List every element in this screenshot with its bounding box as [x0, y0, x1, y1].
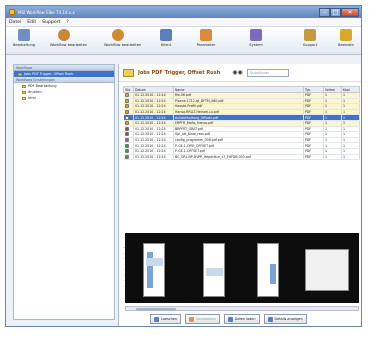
status-icon [124, 154, 129, 159]
status-icon [124, 93, 129, 98]
folder-icon [22, 96, 26, 100]
menu-datei[interactable]: Datei [9, 20, 21, 25]
toolbar-button-parameter[interactable]: Parameter [192, 29, 220, 53]
folder-icon [22, 84, 26, 88]
client-icon [160, 29, 172, 41]
search-input[interactable]: Quickfinder [246, 68, 289, 77]
status-icon [124, 115, 129, 120]
toolbar: Bearbeitung Workflow bearbeiten Workflow… [6, 27, 361, 55]
close-button[interactable]: ✕ [341, 7, 359, 17]
tools-icon [58, 29, 70, 41]
action-bar: Loeschen Verarbeiten Daten laden Details… [150, 314, 307, 324]
gear-icon [18, 29, 30, 41]
panel-header: Jobs PDF Trigger, Offset Rush ◉◉ Quickfi… [119, 64, 361, 82]
status-icon [124, 104, 129, 109]
folder-icon [123, 68, 134, 77]
preview-thumbnail[interactable] [257, 243, 279, 297]
button-label: Daten laden [234, 317, 256, 321]
scrollbar-thumb[interactable] [136, 307, 176, 311]
type-cell: PDF [303, 154, 324, 161]
toolbar-label: Workflow bearbeiten [104, 43, 142, 47]
name-cell: BC_GRL.NP-DVPR_Reparatur_s7_FHFDB.003.pd… [173, 154, 304, 161]
toolbar-label: Beenden [338, 43, 354, 47]
window-title: MSI Workflow Elbe 74.14.x.x [18, 9, 75, 15]
status-icon [124, 143, 129, 148]
system-icon [250, 29, 262, 41]
minimize-button[interactable]: – [319, 7, 330, 17]
parameter-icon [200, 29, 212, 41]
details-icon [267, 316, 273, 322]
process-icon [189, 316, 195, 322]
status-icon [124, 98, 129, 103]
status-cell [123, 154, 134, 161]
delete-button[interactable]: Loeschen [150, 314, 182, 324]
toolbar-button-klient[interactable]: Klient [152, 29, 180, 53]
load-data-button[interactable]: Daten laden [223, 314, 260, 324]
title-bar: MSI Workflow Elbe 74.14.x.x – □ ✕ [6, 6, 361, 18]
folder-icon [18, 72, 22, 76]
sidebar-item-html[interactable]: html [14, 95, 114, 101]
folder-icon [22, 90, 26, 94]
status-icon [124, 138, 129, 142]
page-title: Jobs PDF Trigger, Offset Rush [138, 69, 221, 76]
horizontal-scrollbar[interactable] [125, 306, 359, 311]
exit-icon [340, 29, 352, 41]
show-details-button[interactable]: Details anzeigen [263, 314, 307, 324]
process-button[interactable]: Verarbeiten [185, 314, 220, 324]
status-icon [124, 132, 129, 137]
menu-edit[interactable]: Edit [27, 20, 36, 25]
menu-support[interactable]: Support [42, 20, 60, 25]
workflow-icon [112, 29, 124, 41]
maximize-button[interactable]: □ [330, 7, 341, 17]
preview-thumbnail[interactable] [203, 243, 225, 297]
toolbar-label: Parameter [196, 43, 216, 47]
toolbar-button-bearbeitung[interactable]: Bearbeitung [10, 29, 38, 53]
window-controls: – □ ✕ [319, 7, 359, 17]
date-cell: 01.12.2010 - 12:24 [133, 154, 174, 161]
app-icon [9, 9, 15, 15]
toolbar-button-workflow-edit[interactable]: Workflow bearbeiten [50, 29, 88, 53]
binoculars-icon[interactable]: ◉◉ [232, 69, 242, 76]
preview-thumbnail[interactable] [143, 243, 165, 297]
delete-icon [154, 316, 159, 322]
button-label: Verarbeiten [196, 317, 216, 321]
button-label: Details anzeigen [274, 317, 303, 321]
table-row[interactable]: 01.12.2010 - 12:24 BC_GRL.NP-DVPR_Reparat… [123, 154, 360, 161]
toolbar-button-workflow-manage[interactable]: Workflow bearbeiten [104, 29, 142, 53]
pages-cell: 1 [323, 154, 342, 161]
toolbar-label: System [249, 43, 263, 47]
toolbar-label: Support [302, 43, 318, 47]
status-icon [124, 126, 129, 131]
sidebar-item-label: html [28, 96, 36, 100]
copies-cell: 1 [341, 154, 360, 161]
button-label: Loeschen [161, 317, 178, 321]
page-preview[interactable] [125, 233, 359, 303]
toolbar-label: Bearbeitung [12, 43, 36, 47]
status-icon [124, 121, 129, 126]
menu-help[interactable]: ? [66, 20, 68, 25]
toolbar-button-system[interactable]: System [242, 29, 270, 53]
load-icon [227, 316, 233, 322]
job-table: Sta Datum Name Typ Seiten Kopi 01.12.201… [123, 86, 360, 161]
status-icon [124, 149, 129, 154]
toolbar-button-beenden[interactable]: Beenden [332, 29, 360, 53]
status-icon [124, 110, 129, 114]
preview-thumbnail[interactable] [305, 249, 349, 291]
toolbar-label: Klient [160, 43, 172, 47]
workflow-sidebar: Workflows Jobs PDF Trigger, Offset Rush … [13, 64, 115, 320]
toolbar-button-support[interactable]: Support [296, 29, 324, 53]
support-icon [304, 29, 316, 41]
toolbar-label: Workflow bearbeiten [50, 43, 88, 47]
menu-bar: Datei Edit Support ? [6, 18, 361, 27]
